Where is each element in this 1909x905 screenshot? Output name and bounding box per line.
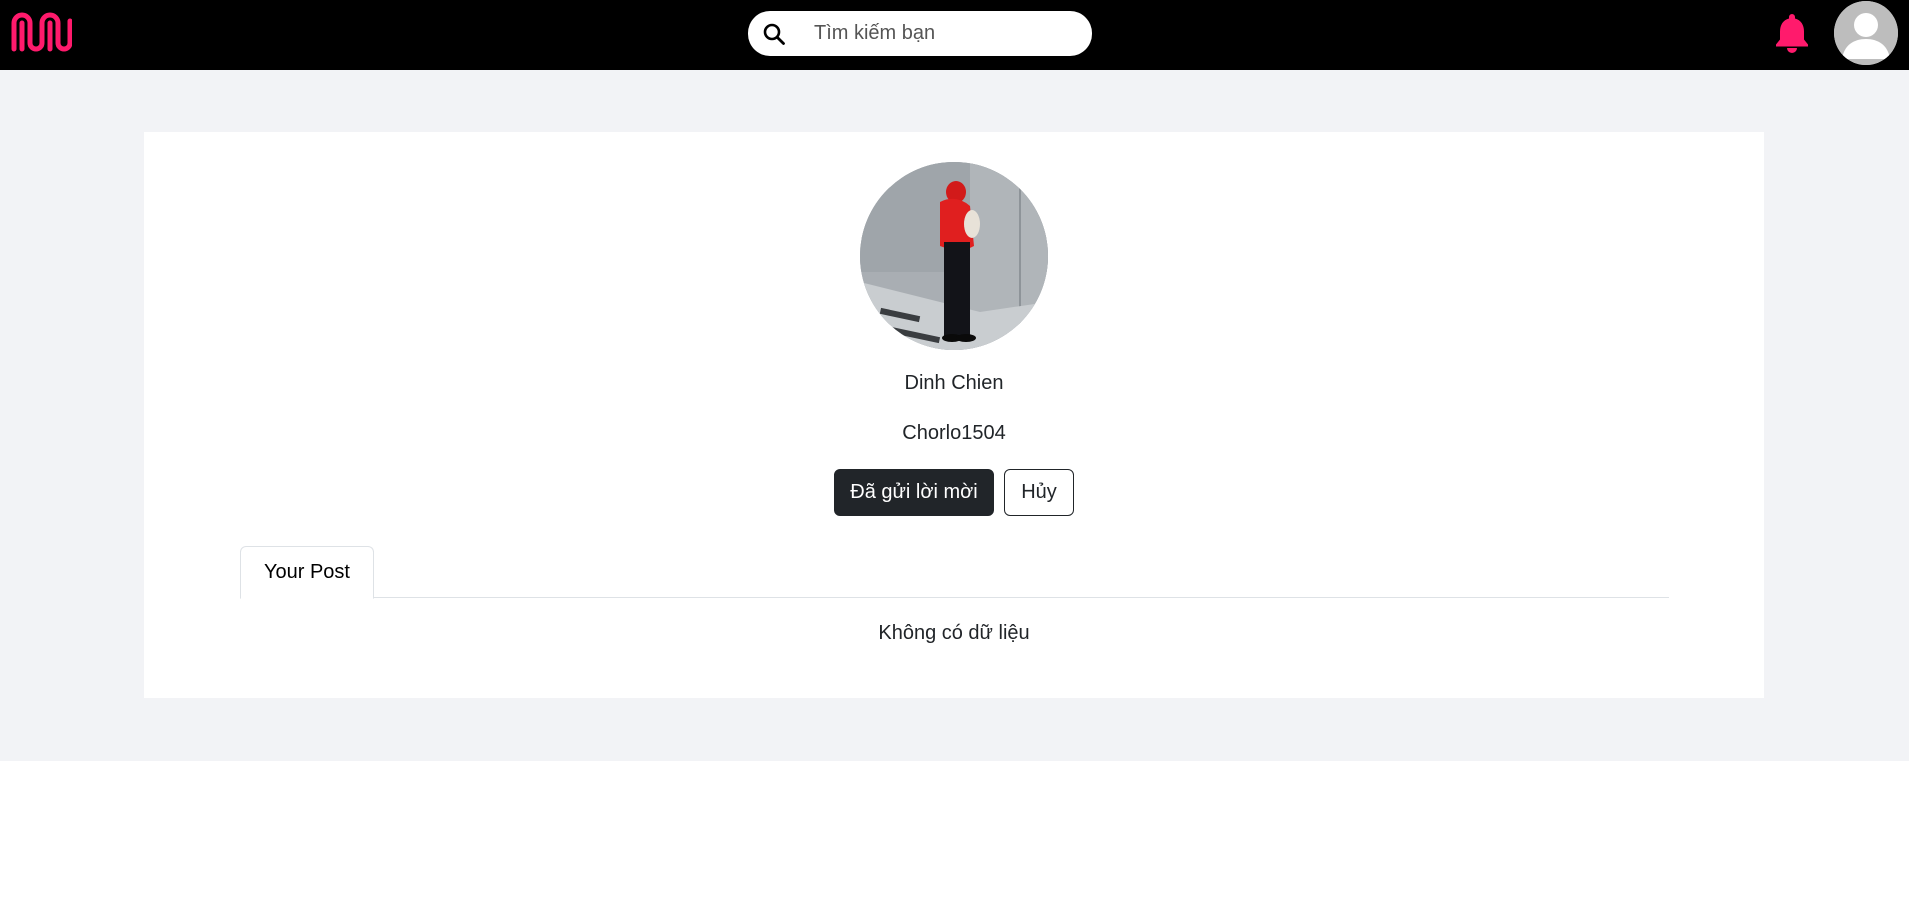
- profile-username: Chorlo1504: [902, 422, 1006, 444]
- search-box[interactable]: [748, 11, 1092, 56]
- empty-posts-message: Không có dữ liệu: [878, 622, 1030, 644]
- profile-display-name: Dinh Chien: [904, 372, 1004, 394]
- bell-icon[interactable]: [1773, 11, 1811, 53]
- profile-card: Dinh Chien Chorlo1504 Đã gửi lời mời Hủy…: [144, 132, 1764, 698]
- top-navbar: [0, 0, 1909, 70]
- post-tabs: Your Post: [240, 546, 1669, 599]
- profile-photo: [860, 162, 1048, 350]
- friend-request-sent-button[interactable]: Đã gửi lời mời: [834, 469, 994, 516]
- search-input[interactable]: [812, 21, 1072, 46]
- search-icon[interactable]: [762, 22, 786, 46]
- user-avatar-icon[interactable]: [1834, 1, 1898, 65]
- brand-logo-icon[interactable]: [10, 9, 73, 57]
- tab-your-post[interactable]: Your Post: [240, 546, 374, 599]
- cancel-request-button[interactable]: Hủy: [1004, 469, 1074, 516]
